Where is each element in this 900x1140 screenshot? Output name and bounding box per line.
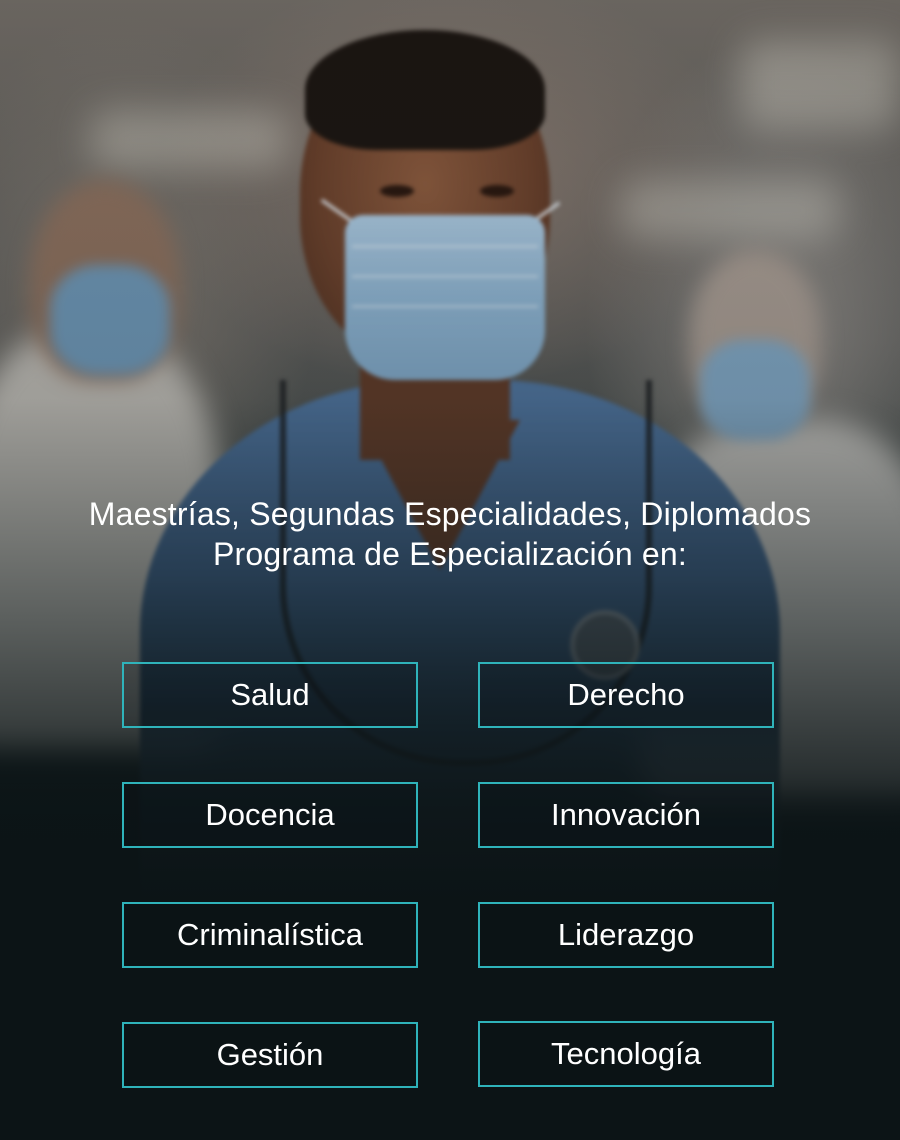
headline: Maestrías, Segundas Especialidades, Dipl… (0, 494, 900, 574)
category-button-salud[interactable]: Salud (122, 662, 418, 728)
page: Maestrías, Segundas Especialidades, Dipl… (0, 0, 900, 1140)
category-button-gestion[interactable]: Gestión (122, 1022, 418, 1088)
headline-line-2: Programa de Especialización en: (212, 536, 687, 572)
category-button-innovacion[interactable]: Innovación (478, 782, 774, 848)
category-button-derecho[interactable]: Derecho (478, 662, 774, 728)
category-button-docencia[interactable]: Docencia (122, 782, 418, 848)
category-button-criminalistica[interactable]: Criminalística (122, 902, 418, 968)
headline-line-1: Maestrías, Segundas Especialidades, Dipl… (88, 496, 812, 532)
category-button-liderazgo[interactable]: Liderazgo (478, 902, 774, 968)
category-button-tecnologia[interactable]: Tecnología (478, 1021, 774, 1087)
content: Maestrías, Segundas Especialidades, Dipl… (0, 0, 900, 1140)
